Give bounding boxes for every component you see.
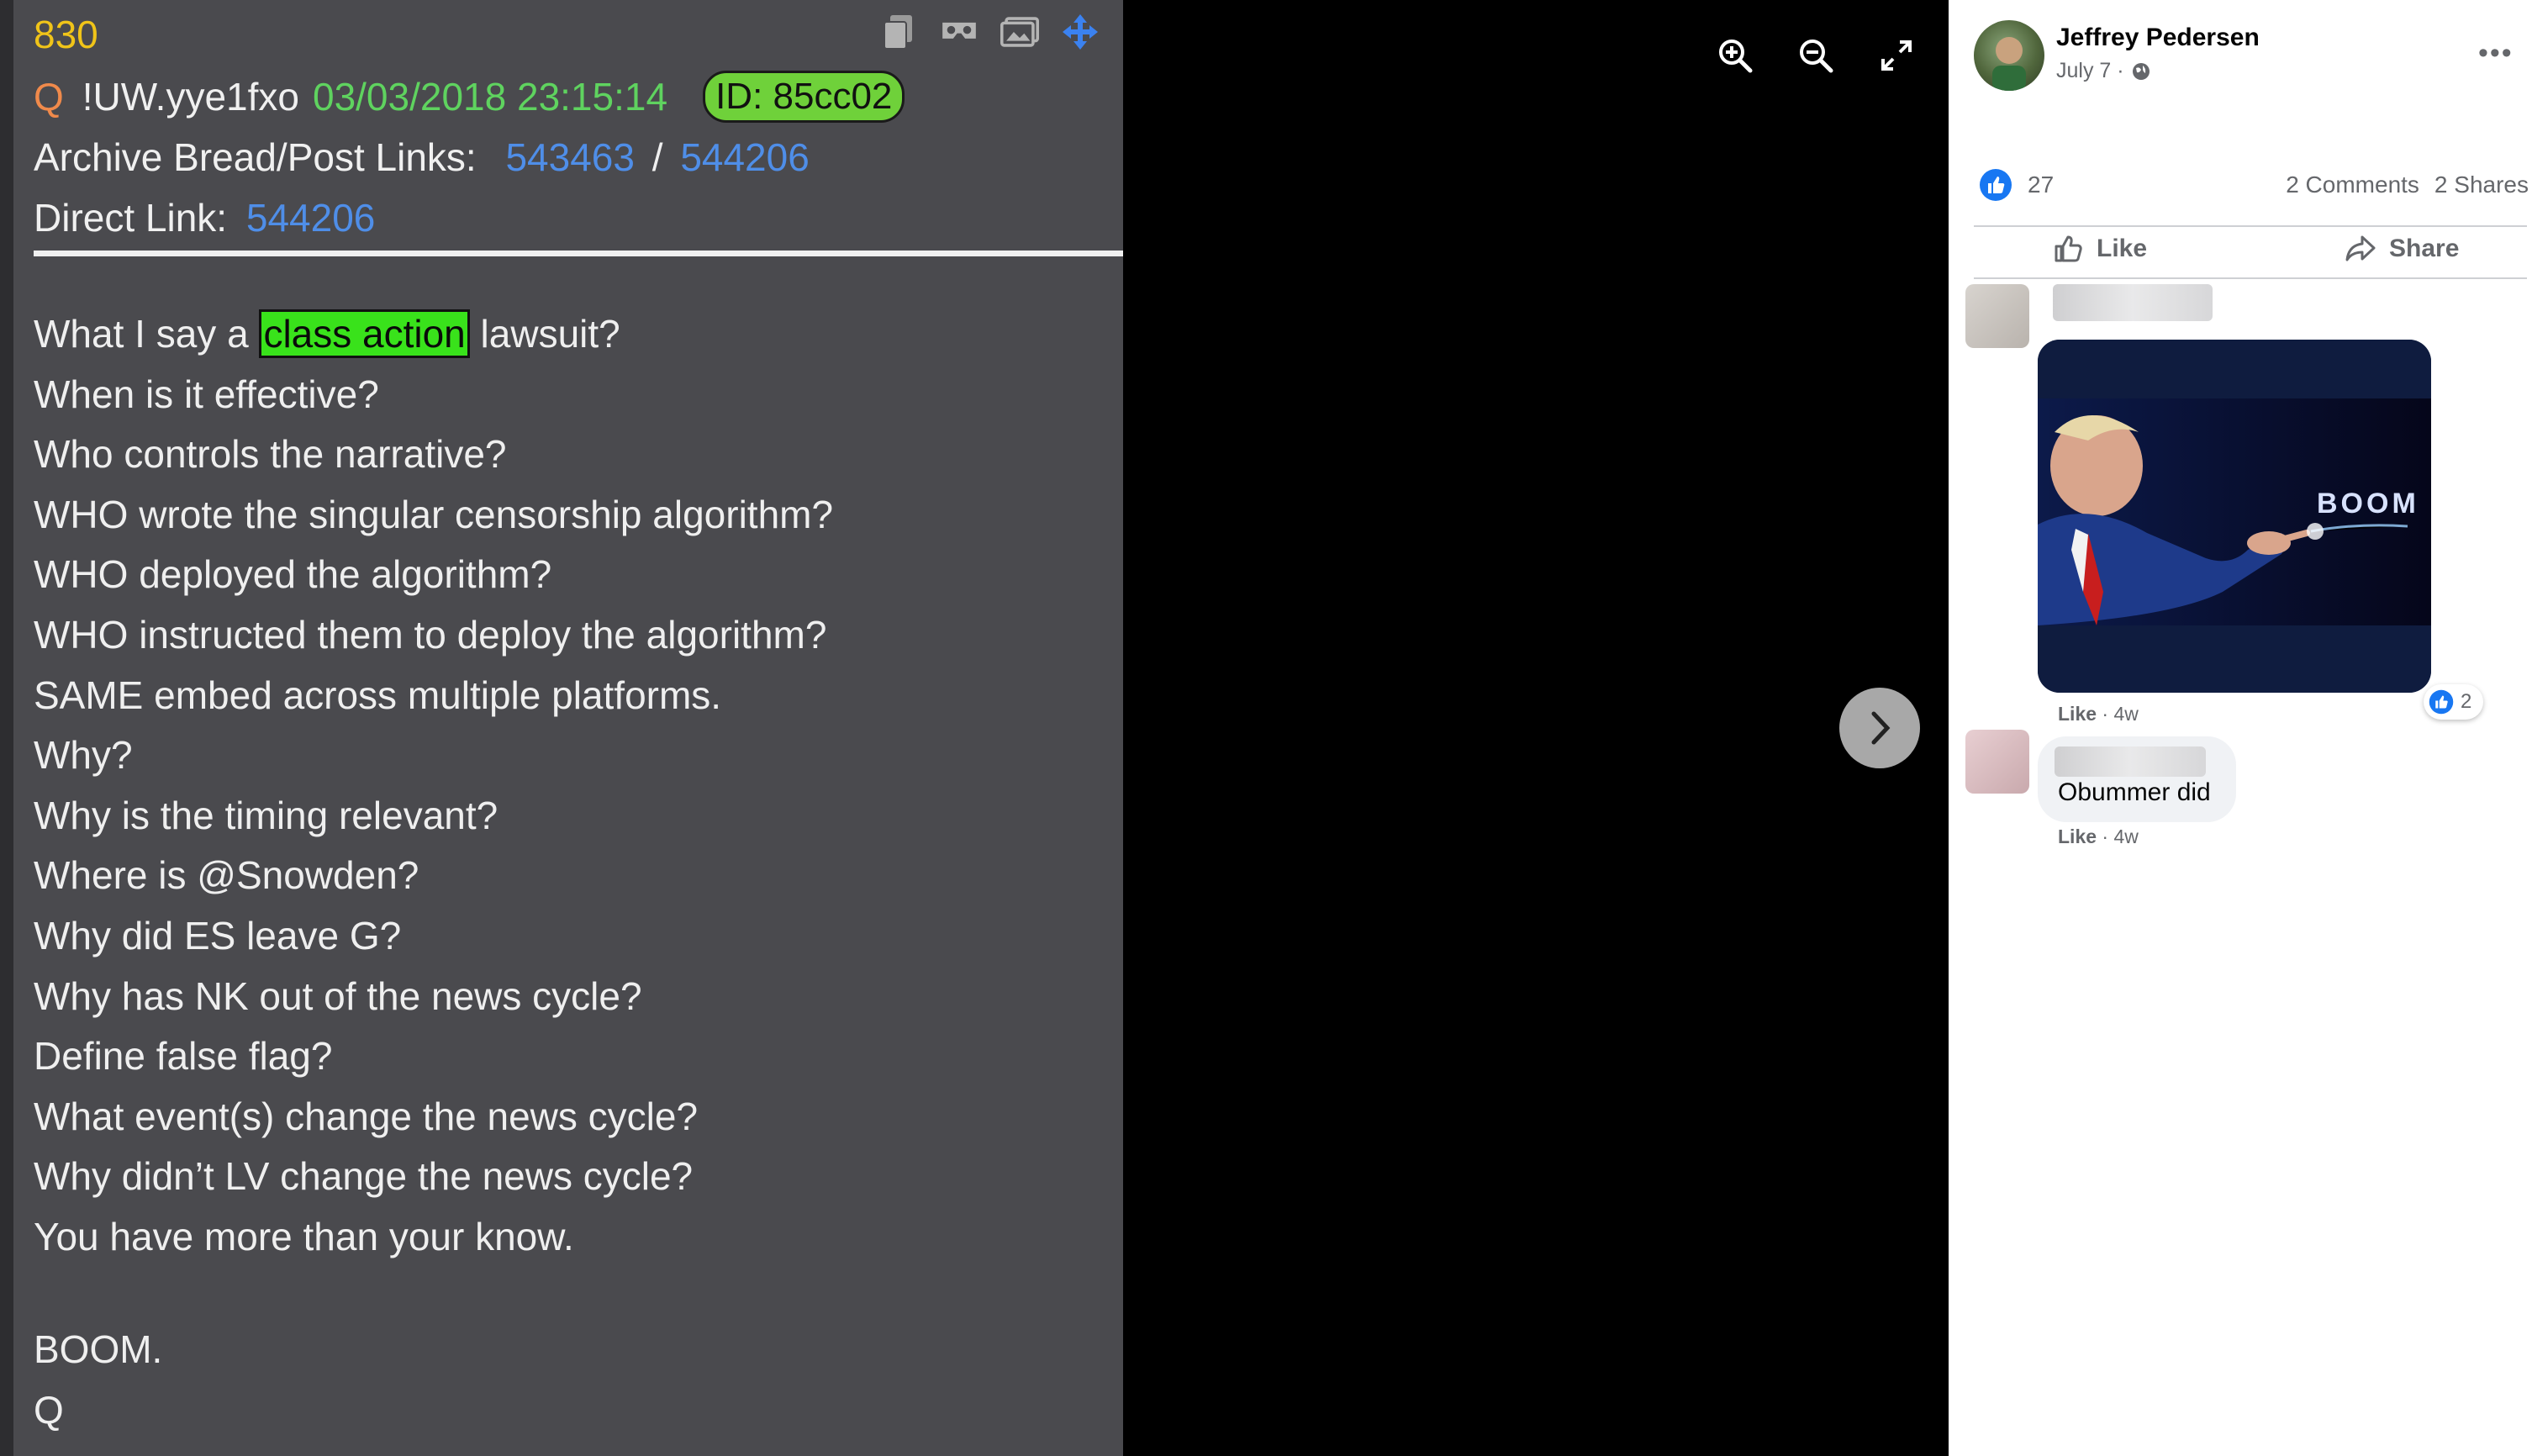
post-body: What I say a class action lawsuit? When … — [34, 304, 1118, 1268]
post-header: Q !UW.yye1fxo 03/03/2018 23:15:14 ID: 85… — [34, 71, 905, 123]
next-photo-button[interactable] — [1839, 688, 1920, 768]
post-line: Why is the timing relevant? — [34, 793, 498, 837]
more-options-button[interactable]: ••• — [2478, 37, 2514, 70]
post-line: When is it effective? — [34, 372, 379, 416]
post-line: Why did ES leave G? — [34, 913, 402, 957]
comments-count[interactable]: 2 Comments — [2286, 171, 2419, 198]
q-label: Q — [34, 75, 64, 119]
direct-link-line: Direct Link: 544206 — [34, 195, 375, 240]
move-icon[interactable] — [1061, 14, 1100, 50]
commenter-avatar-blurred[interactable] — [1965, 284, 2029, 348]
tripcode: !UW.yye1fxo — [82, 75, 299, 119]
zoom-out-button[interactable] — [1794, 34, 1838, 77]
share-label: Share — [2389, 235, 2460, 262]
comment-2-meta: Like · 4w — [2058, 826, 2139, 848]
archive-links: Archive Bread/Post Links: 543463 / 54420… — [34, 135, 810, 180]
comment-1-like[interactable]: Like — [2058, 703, 2097, 725]
shares-count[interactable]: 2 Shares — [2434, 171, 2529, 198]
post-line: Why didn’t LV change the news cycle? — [34, 1154, 694, 1199]
comment-1-reaction-count: 2 — [2461, 690, 2472, 713]
post-line-1: What I say a class action lawsuit? — [34, 304, 1118, 365]
author-avatar[interactable] — [1974, 20, 2044, 91]
comment-1-time[interactable]: · 4w — [2102, 703, 2138, 725]
post-line: WHO wrote the singular censorship algori… — [34, 492, 834, 536]
post-date[interactable]: July 7 · — [2056, 59, 2151, 83]
comment-2-like[interactable]: Like — [2058, 826, 2097, 847]
post-signature: Q — [34, 1388, 64, 1432]
reaction-summary[interactable]: 27 — [1979, 168, 2054, 202]
post-line: Why has NK out of the news cycle? — [34, 973, 642, 1018]
divider-bottom — [1974, 277, 2527, 279]
like-label: Like — [2097, 235, 2148, 262]
line-1-pre: What I say a — [34, 312, 260, 356]
archive-label: Archive Bread/Post Links: — [34, 135, 477, 179]
author-name[interactable]: Jeffrey Pedersen — [2056, 24, 2260, 52]
comment-2-time[interactable]: · 4w — [2102, 826, 2138, 847]
archive-slash: / — [651, 135, 663, 179]
like-button[interactable]: Like — [2051, 232, 2147, 266]
like-reaction-icon — [2429, 689, 2454, 715]
post-divider — [34, 251, 1123, 256]
post-line: What event(s) change the news cycle? — [34, 1094, 699, 1138]
like-reaction-icon — [1980, 169, 2012, 201]
share-button[interactable]: Share — [2344, 232, 2459, 266]
direct-label: Direct Link: — [34, 196, 228, 240]
post-date-text: July 7 · — [2056, 59, 2124, 82]
zoom-out-icon — [1800, 40, 1833, 73]
post-toolbar — [879, 14, 1100, 50]
post-line: Where is @Snowden? — [34, 853, 419, 898]
q-post-image: 830 Q !UW.yye1fxo 03/03/2018 23:15:14 ID… — [0, 0, 1123, 1456]
zoom-in-button[interactable] — [1713, 34, 1757, 77]
comment-1-reactions[interactable]: 2 — [2424, 684, 2484, 720]
comment-2-text: Obummer did — [2058, 778, 2211, 806]
post-line: WHO instructed them to deploy the algori… — [34, 612, 827, 657]
post-side-panel: Jeffrey Pedersen July 7 · ••• 27 2 Comme… — [1949, 0, 2532, 1456]
fullscreen-icon — [1881, 40, 1912, 71]
commenter-name-blurred[interactable] — [2055, 746, 2206, 777]
fullscreen-button[interactable] — [1875, 34, 1918, 77]
comment-1-meta: Like · 4w — [2058, 703, 2139, 725]
post-boom: BOOM. — [34, 1327, 163, 1371]
archive-link-1[interactable]: 543463 — [505, 135, 635, 179]
poster-id-badge: ID: 85cc02 — [703, 71, 905, 123]
comment-image-text: BOOM — [2317, 488, 2419, 520]
post-line: Define false flag? — [34, 1034, 333, 1079]
photo-viewer: 830 Q !UW.yye1fxo 03/03/2018 23:15:14 ID… — [0, 0, 1949, 1456]
zoom-in-icon — [1719, 40, 1753, 73]
thumbs-up-icon — [2055, 235, 2082, 262]
image-gallery-icon[interactable] — [1000, 15, 1039, 49]
comment-image[interactable]: BOOM — [2038, 340, 2431, 693]
commenter-name-blurred[interactable] — [2053, 284, 2213, 321]
engagement-counts: 2 Comments 2 Shares — [2286, 171, 2529, 198]
share-icon — [2345, 235, 2376, 261]
highlighted-text: class action — [259, 309, 470, 358]
copy-icon[interactable] — [879, 15, 918, 50]
post-line: Why? — [34, 733, 133, 778]
vr-goggles-icon[interactable] — [940, 15, 979, 49]
post-line: Who controls the narrative? — [34, 432, 507, 477]
line-1-post: lawsuit? — [469, 312, 620, 356]
post-number: 830 — [34, 13, 98, 56]
more-icon: ••• — [2478, 37, 2514, 69]
post-datetime: 03/03/2018 23:15:14 — [312, 75, 668, 119]
direct-link[interactable]: 544206 — [246, 196, 376, 240]
post-line: SAME embed across multiple platforms. — [34, 673, 722, 717]
reaction-count: 27 — [2028, 171, 2055, 198]
commenter-avatar-blurred[interactable] — [1965, 730, 2029, 794]
archive-link-2[interactable]: 544206 — [680, 135, 810, 179]
globe-icon — [2132, 62, 2150, 80]
comment-2-bubble: Obummer did — [2038, 736, 2236, 822]
post-line: WHO deployed the algorithm? — [34, 552, 552, 597]
post-line: You have more than your know. — [34, 1214, 574, 1258]
divider-top — [1974, 225, 2527, 227]
chevron-right-icon — [1871, 711, 1891, 745]
